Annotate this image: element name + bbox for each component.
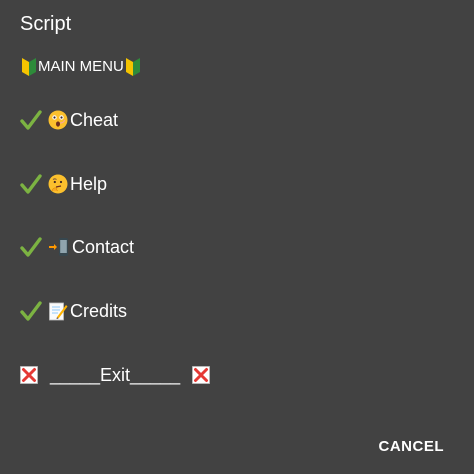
menu-item-exit-label: _____Exit_____ — [50, 364, 181, 385]
check-mark-icon — [20, 110, 42, 130]
thinking-face-icon — [48, 174, 68, 194]
menu-subtitle: MAIN MENU — [20, 56, 142, 78]
check-mark-icon — [20, 174, 42, 194]
phone-with-arrow-icon — [49, 238, 68, 256]
dialog-title: Script — [20, 13, 72, 35]
menu-item-cheat[interactable]: Cheat — [20, 105, 118, 135]
menu-item-help[interactable]: Help — [20, 169, 107, 199]
menu-item-help-label: Help — [70, 173, 108, 194]
cancel-button[interactable]: CANCEL — [379, 436, 445, 458]
beginner-symbol-icon — [22, 58, 36, 76]
check-mark-icon — [20, 237, 42, 257]
script-dialog: Script MAIN MENU Cheat Help Contact Cred… — [0, 0, 474, 474]
beginner-symbol-icon — [125, 58, 140, 76]
astonished-face-icon — [48, 110, 68, 130]
menu-item-credits[interactable]: Credits — [20, 296, 127, 326]
menu-item-cheat-label: Cheat — [70, 109, 119, 130]
menu-subtitle-text: MAIN MENU — [38, 58, 124, 75]
memo-icon — [49, 302, 68, 321]
menu-item-contact-label: Contact — [72, 236, 135, 257]
cross-mark-icon — [20, 366, 38, 384]
cross-mark-icon — [192, 366, 211, 384]
menu-item-contact[interactable]: Contact — [20, 232, 134, 262]
menu-item-credits-label: Credits — [70, 300, 128, 321]
menu-item-exit[interactable]: _____Exit_____ — [20, 360, 211, 390]
check-mark-icon — [20, 301, 42, 321]
